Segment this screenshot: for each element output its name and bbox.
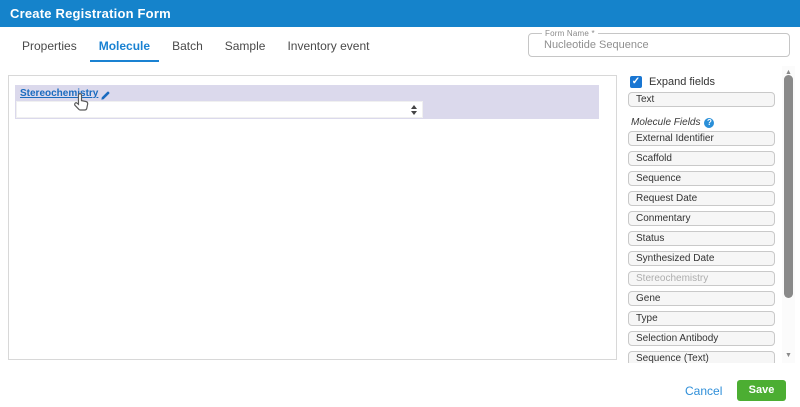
palette-field-sequence[interactable]: Sequence <box>628 171 775 186</box>
palette-field-type[interactable]: Type <box>628 311 775 326</box>
palette-field-text[interactable]: Text <box>628 92 775 107</box>
cancel-button[interactable]: Cancel <box>685 381 722 401</box>
create-registration-form-dialog: Create Registration Form Properties Mole… <box>0 0 800 407</box>
tab-batch[interactable]: Batch <box>163 33 212 62</box>
expand-fields-checkbox-icon[interactable]: ✓ <box>630 76 642 88</box>
form-canvas: Stereochemistry <box>8 75 617 360</box>
sidebar-scrollbar[interactable]: ▲ ▼ <box>782 66 795 363</box>
tab-molecule[interactable]: Molecule <box>89 33 160 62</box>
dialog-header: Create Registration Form <box>0 0 800 27</box>
select-spinner-icon <box>411 105 417 115</box>
expand-fields-label: Expand fields <box>649 76 716 88</box>
form-name-field[interactable]: Form Name * Nucleotide Sequence <box>528 29 790 57</box>
palette-field-gene[interactable]: Gene <box>628 291 775 306</box>
dialog-title: Create Registration Form <box>10 6 171 21</box>
form-name-label: Form Name * <box>542 29 598 38</box>
expand-fields-toggle[interactable]: ✓ Expand fields <box>630 76 715 88</box>
palette-field-stereochemistry: Stereochemistry <box>628 271 775 286</box>
tab-inventory-event[interactable]: Inventory event <box>278 33 378 62</box>
tab-bar: Properties Molecule Batch Sample Invento… <box>13 33 383 62</box>
help-icon[interactable]: ? <box>704 117 715 128</box>
canvas-field-stereochemistry[interactable]: Stereochemistry <box>15 85 599 119</box>
palette-field-synthesized-date[interactable]: Synthesized Date <box>628 251 775 266</box>
edit-pencil-icon[interactable] <box>100 88 111 100</box>
field-palette-sidebar: ✓ Expand fields Text Molecule Fields ? E… <box>620 66 797 363</box>
palette-field-scaffold[interactable]: Scaffold <box>628 151 775 166</box>
form-name-value: Nucleotide Sequence <box>544 39 649 51</box>
tab-properties[interactable]: Properties <box>13 33 86 62</box>
palette-field-external-identifier[interactable]: External Identifier <box>628 131 775 146</box>
scroll-down-icon[interactable]: ▼ <box>782 352 795 360</box>
molecule-fields-section-label: Molecule Fields ? <box>631 117 715 128</box>
canvas-field-label-row: Stereochemistry <box>20 87 111 100</box>
palette-field-status[interactable]: Status <box>628 231 775 246</box>
palette-field-conmentary[interactable]: Conmentary <box>628 211 775 226</box>
scrollbar-thumb[interactable] <box>784 75 793 298</box>
save-button[interactable]: Save <box>737 380 786 401</box>
pointer-cursor-icon <box>73 92 91 113</box>
palette-field-request-date[interactable]: Request Date <box>628 191 775 206</box>
molecule-fields-section-text: Molecule Fields <box>631 117 701 128</box>
palette-field-selection-antibody[interactable]: Selection Antibody <box>628 331 775 346</box>
tab-sample[interactable]: Sample <box>216 33 275 62</box>
palette-field-sequence-text[interactable]: Sequence (Text) <box>628 351 775 363</box>
